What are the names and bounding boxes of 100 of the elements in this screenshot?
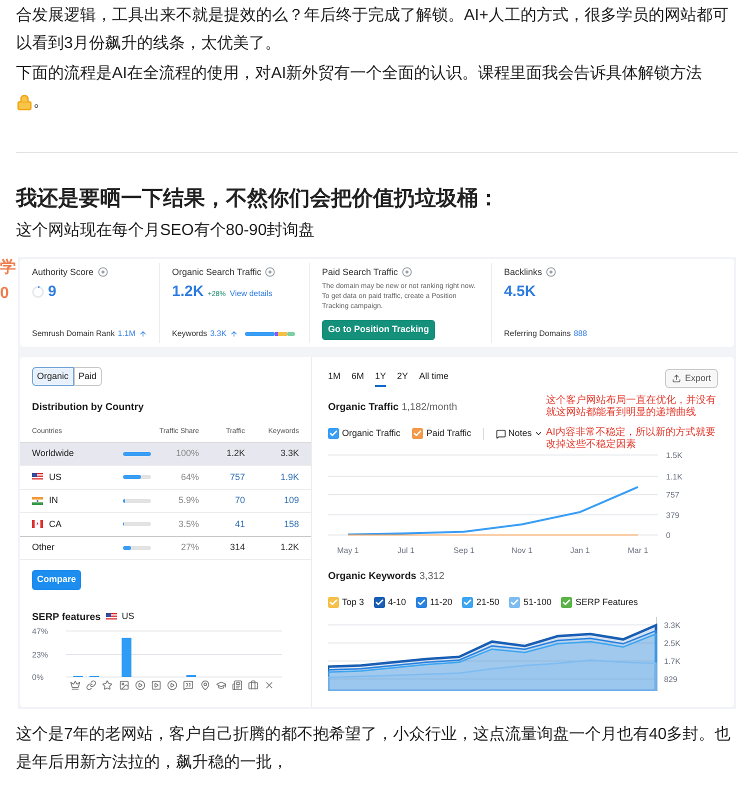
table-row[interactable]: IN 5.9% 70 109 (20, 490, 311, 513)
image-icon[interactable] (118, 680, 130, 690)
video-icon[interactable] (150, 680, 162, 690)
link-icon[interactable] (86, 680, 97, 690)
play-circle-icon[interactable] (167, 680, 178, 690)
metric-link[interactable]: 3.3K (210, 328, 227, 340)
map-pin-icon[interactable] (200, 680, 210, 690)
export-button[interactable]: Export (664, 368, 718, 388)
table-cell[interactable]: 1.9K (245, 470, 299, 484)
legend-checkbox[interactable] (561, 596, 572, 608)
y-tick-label: 3.3K (664, 620, 680, 630)
y-tick-label: 1.1K (666, 472, 682, 481)
segment-tab[interactable]: Organic (32, 366, 74, 386)
metric-label: Paid Search Traffic (322, 266, 479, 279)
metric-value: 1,182/month (402, 401, 458, 415)
legend-label: 51-100 (523, 596, 552, 608)
flag-icon (32, 496, 43, 505)
metric-link[interactable]: 1.1M (118, 328, 136, 340)
annotation-text: 改掉这些不稳定因素 (546, 438, 636, 450)
section-title: SERP features (32, 610, 101, 624)
x-tick-label: Mar 1 (628, 544, 648, 556)
legend-checkbox[interactable] (412, 428, 424, 440)
section-title: Organic Traffic (328, 401, 399, 415)
punctuation: 。 (33, 92, 49, 112)
table-cell[interactable]: 158 (245, 518, 299, 531)
upload-icon (672, 374, 681, 383)
country-name: US (122, 610, 134, 624)
country-name: IN (49, 494, 58, 507)
legend-label: 11-20 (430, 596, 452, 608)
table-row[interactable]: Other 27% 314 1.2K (20, 536, 311, 560)
quote-icon[interactable] (183, 680, 194, 690)
country-name: Other (32, 541, 55, 554)
info-icon (265, 267, 276, 278)
table-cell[interactable]: 757 (199, 470, 245, 484)
table-cell-text: 64% (180, 470, 199, 484)
table-cell-text: 3.5% (177, 518, 199, 530)
info-icon (546, 267, 556, 278)
paragraph: 合发展逻辑，工具出来不就是提效的么？年后终于完成了解锁。AI+人工的方式，很多学员的网站都可以看到3月份飙升的线条，太优美了。 (16, 6, 730, 54)
y-tick-label: 757 (666, 490, 680, 500)
period-tab[interactable]: 1M (328, 370, 341, 386)
check-icon (329, 429, 338, 438)
country-name: CA (49, 518, 62, 530)
info-icon (402, 267, 412, 278)
position-tracking-button[interactable]: Go to Position Tracking (322, 320, 436, 340)
period-tab[interactable]: All time (419, 370, 449, 386)
table-cell-text: 314 (228, 541, 245, 554)
briefcase-icon[interactable] (248, 680, 259, 690)
country-name: Worldwide (32, 447, 74, 460)
legend-checkbox[interactable] (374, 596, 386, 608)
legend-checkbox[interactable] (509, 596, 520, 608)
legend-checkbox[interactable] (462, 596, 474, 608)
period-tab[interactable]: 1Y (375, 370, 386, 386)
arrow-up-icon (138, 330, 146, 338)
graduation-cap-icon[interactable] (216, 680, 226, 690)
newspaper-icon[interactable] (232, 680, 242, 690)
crown-icon[interactable] (70, 680, 80, 690)
check-icon (417, 598, 426, 607)
metric-label: Organic Search Traffic (172, 266, 297, 279)
table-row[interactable]: US 64% 757 1.9K (20, 466, 311, 490)
metric-label: Authority Score (32, 266, 147, 279)
y-tick-label: 829 (664, 675, 678, 684)
play-circle-icon[interactable] (134, 680, 146, 690)
info-icon (98, 267, 108, 278)
metric-link[interactable]: 888 (574, 328, 588, 340)
x-tick-label: Sep 1 (454, 544, 474, 556)
notes-label[interactable]: Notes (508, 427, 532, 440)
notes-icon (496, 428, 506, 439)
table-cell-text: 5.9% (177, 494, 199, 507)
annotation-text: 就这网站都能看到明显的递增曲线 (546, 406, 696, 418)
metric-value: 3,312 (419, 570, 444, 584)
score-ring-icon (32, 286, 44, 298)
legend-checkbox[interactable] (416, 596, 428, 608)
table-cell[interactable]: 70 (199, 494, 245, 508)
section-heading: 我还是要晒一下结果，不然你们会把价值扔垃圾桶： (14, 186, 500, 212)
check-icon (562, 598, 572, 607)
table-row[interactable]: Worldwide 100% 1.2K 3.3K (20, 442, 311, 466)
period-tab[interactable]: 6M (352, 370, 364, 386)
annotation-text: AI内容非常不稳定，所以新的方式就要 (546, 426, 716, 438)
side-mark: 0 (0, 284, 10, 304)
metric-caption: Keywords (172, 328, 208, 340)
legend-label: SERP Features (575, 596, 638, 608)
metric-value: 9 (48, 282, 56, 302)
legend-checkbox[interactable] (328, 428, 339, 440)
table-cell-text: 100% (174, 447, 199, 460)
x-tick-label: Jul 1 (398, 544, 414, 556)
annotation-text: 这个客户网站布局一直在优化，并没有 (546, 394, 716, 406)
table-row[interactable]: CA 3.5% 41 158 (20, 513, 311, 536)
view-details-link[interactable]: View details (230, 288, 272, 300)
table-cell[interactable]: 109 (245, 494, 299, 508)
check-icon (375, 598, 384, 607)
table-cell-text: 3.3K (279, 447, 299, 460)
y-tick-label: 379 (666, 510, 680, 520)
table-cell-text: 27% (180, 541, 199, 554)
table-cell-text: 1.2K (279, 541, 299, 554)
x-logo-icon[interactable] (264, 680, 275, 690)
keyword-distribution-bar (244, 332, 295, 336)
star-icon[interactable] (102, 680, 113, 690)
segment-tab[interactable]: Paid (74, 366, 102, 386)
period-tab[interactable]: 2Y (397, 370, 408, 386)
table-cell[interactable]: 41 (199, 518, 245, 531)
